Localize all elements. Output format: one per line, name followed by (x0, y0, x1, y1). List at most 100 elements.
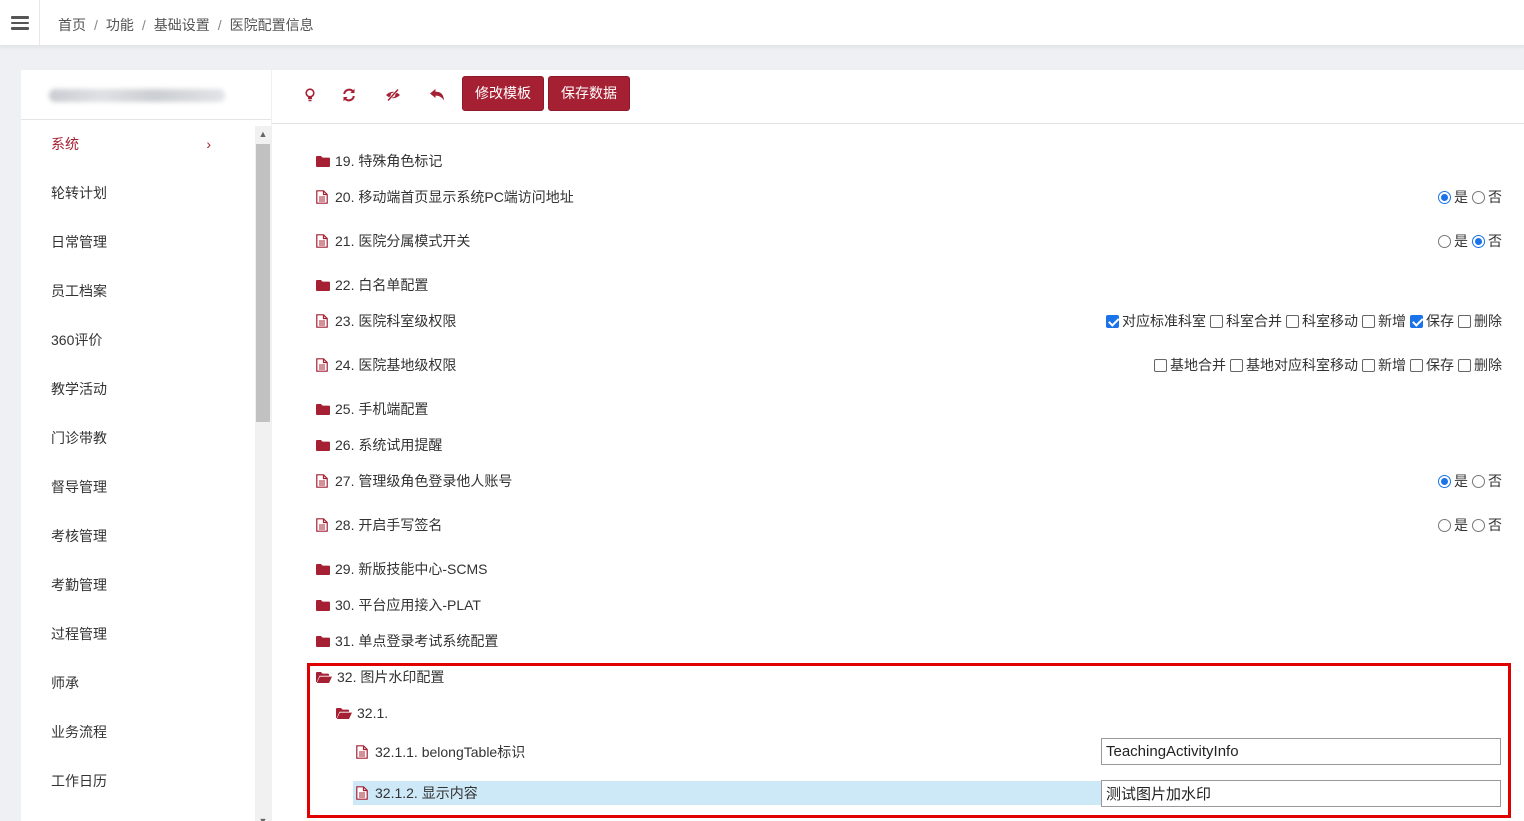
config-item-32-1-1[interactable]: 32.1.1. belongTable标识 (356, 741, 525, 763)
item-21-options: 是 否 (1434, 230, 1502, 252)
breadcrumb-current: 医院配置信息 (229, 17, 314, 33)
item-27-yes-radio[interactable]: 是 (1438, 471, 1468, 491)
eye-slash-icon[interactable] (382, 85, 404, 105)
item-24-base-merge-checkbox[interactable]: 基地合并 (1154, 355, 1226, 375)
checkbox-label: 科室移动 (1302, 313, 1358, 329)
breadcrumb: 首页 / 功能 / 基础设置 / 医院配置信息 (58, 17, 314, 33)
sidebar-scrollbar[interactable]: ▲ ▼ (255, 126, 271, 821)
checkbox-label: 新增 (1378, 357, 1406, 373)
main-panel: 修改模板 保存数据 19. 特殊角色标记 20. 移动端首页显示系统PC端访问地… (272, 70, 1524, 821)
sidebar-item-work-calendar[interactable]: 工作日历 (21, 757, 255, 806)
save-data-button[interactable]: 保存数据 (548, 76, 630, 111)
folder-icon (316, 598, 331, 612)
sidebar-item-outpatient-teaching[interactable]: 门诊带教 (21, 414, 255, 463)
sidebar-item-attendance[interactable]: 考勤管理 (21, 561, 255, 610)
sidebar-item-mentorship[interactable]: 师承 (21, 659, 255, 708)
scrollbar-thumb[interactable] (256, 144, 270, 422)
config-item-24[interactable]: 24. 医院基地级权限 (316, 354, 456, 376)
item-23-standard-dept-checkbox[interactable]: 对应标准科室 (1106, 311, 1206, 331)
sidebar-item-workflow[interactable]: 业务流程 (21, 708, 255, 757)
item-20-no-radio[interactable]: 否 (1472, 187, 1502, 207)
sidebar-item-system[interactable]: 系统 › (21, 120, 255, 169)
item-23-delete-checkbox[interactable]: 删除 (1458, 311, 1502, 331)
config-item-19[interactable]: 19. 特殊角色标记 (316, 150, 442, 172)
sidebar-item-label: 考勤管理 (51, 577, 107, 593)
config-item-26[interactable]: 26. 系统试用提醒 (316, 434, 442, 456)
sidebar-item-360-evaluation[interactable]: 360评价 (21, 316, 255, 365)
checkbox-label: 删除 (1474, 313, 1502, 329)
display-content-input[interactable] (1101, 780, 1501, 807)
checkbox-label: 删除 (1474, 357, 1502, 373)
config-item-25[interactable]: 25. 手机端配置 (316, 398, 428, 420)
radio-label: 否 (1488, 233, 1502, 249)
sidebar-item-label: 360评价 (51, 332, 103, 348)
config-item-31[interactable]: 31. 单点登录考试系统配置 (316, 630, 498, 652)
sidebar-item-staff-records[interactable]: 员工档案 (21, 267, 255, 316)
config-item-30[interactable]: 30. 平台应用接入-PLAT (316, 594, 481, 616)
config-item-23[interactable]: 23. 医院科室级权限 (316, 310, 456, 332)
breadcrumb-basic-settings[interactable]: 基础设置 (154, 17, 210, 33)
sidebar-item-label: 系统 (51, 136, 79, 152)
item-23-dept-merge-checkbox[interactable]: 科室合并 (1210, 311, 1282, 331)
checkbox-label: 基地合并 (1170, 357, 1226, 373)
item-28-no-radio[interactable]: 否 (1472, 515, 1502, 535)
config-item-22[interactable]: 22. 白名单配置 (316, 274, 428, 296)
item-23-dept-move-checkbox[interactable]: 科室移动 (1286, 311, 1358, 331)
sidebar-item-teaching-activity[interactable]: 教学活动 (21, 365, 255, 414)
checkbox-checked-icon (1106, 314, 1119, 328)
item-21-yes-radio[interactable]: 是 (1438, 231, 1468, 251)
document-icon (316, 474, 331, 488)
radio-checked-icon (1438, 474, 1451, 488)
item-23-add-checkbox[interactable]: 新增 (1362, 311, 1406, 331)
config-item-32-1[interactable]: 32.1. (336, 702, 388, 724)
folder-icon (316, 278, 331, 292)
sidebar-item-assessment[interactable]: 考核管理 (21, 512, 255, 561)
config-item-20[interactable]: 20. 移动端首页显示系统PC端访问地址 (316, 186, 574, 208)
sidebar-item-process[interactable]: 过程管理 (21, 610, 255, 659)
item-24-delete-checkbox[interactable]: 删除 (1458, 355, 1502, 375)
radio-label: 否 (1488, 189, 1502, 205)
checkbox-checked-icon (1410, 314, 1423, 328)
item-21-no-radio[interactable]: 否 (1472, 231, 1502, 251)
item-24-add-checkbox[interactable]: 新增 (1362, 355, 1406, 375)
top-bar: 首页 / 功能 / 基础设置 / 医院配置信息 (0, 0, 1524, 46)
sidebar-item-label: 过程管理 (51, 626, 107, 642)
scroll-down-arrow-icon[interactable]: ▼ (255, 813, 271, 821)
item-27-no-radio[interactable]: 否 (1472, 471, 1502, 491)
item-28-yes-radio[interactable]: 是 (1438, 515, 1468, 535)
radio-unchecked-icon (1472, 518, 1485, 532)
item-24-save-checkbox[interactable]: 保存 (1410, 355, 1454, 375)
radio-unchecked-icon (1438, 234, 1451, 248)
item-23-save-checkbox[interactable]: 保存 (1410, 311, 1454, 331)
checkbox-label: 基地对应科室移动 (1246, 357, 1358, 373)
config-item-32[interactable]: 32. 图片水印配置 (316, 666, 444, 688)
sidebar-item-supervision[interactable]: 督导管理 (21, 463, 255, 512)
lightbulb-icon[interactable] (299, 85, 321, 105)
folder-icon (316, 154, 331, 168)
config-item-label: 19. 特殊角色标记 (335, 153, 443, 169)
config-item-28[interactable]: 28. 开启手写签名 (316, 514, 442, 536)
item-20-yes-radio[interactable]: 是 (1438, 187, 1468, 207)
undo-icon[interactable] (426, 85, 448, 105)
item-24-base-dept-move-checkbox[interactable]: 基地对应科室移动 (1230, 355, 1358, 375)
item-27-options: 是 否 (1434, 470, 1502, 492)
breadcrumb-function[interactable]: 功能 (106, 17, 134, 33)
hospital-name-blurred (49, 89, 225, 102)
refresh-icon[interactable] (338, 85, 360, 105)
folder-icon (316, 634, 331, 648)
checkbox-unchecked-icon (1154, 358, 1167, 372)
config-item-21[interactable]: 21. 医院分属模式开关 (316, 230, 470, 252)
config-item-29[interactable]: 29. 新版技能中心-SCMS (316, 558, 487, 580)
modify-template-button[interactable]: 修改模板 (462, 76, 544, 111)
sidebar-item-rotation-plan[interactable]: 轮转计划 (21, 169, 255, 218)
sidebar-header (21, 70, 271, 120)
scroll-up-arrow-icon[interactable]: ▲ (255, 126, 271, 142)
breadcrumb-home[interactable]: 首页 (58, 17, 86, 33)
config-item-label: 25. 手机端配置 (335, 401, 429, 417)
menu-toggle-button[interactable] (0, 0, 40, 46)
config-item-32-1-2[interactable]: 32.1.2. 显示内容 (356, 782, 478, 804)
belong-table-input[interactable] (1101, 738, 1501, 765)
config-item-27[interactable]: 27. 管理级角色登录他人账号 (316, 470, 512, 492)
chevron-right-icon: › (206, 136, 211, 152)
sidebar-item-daily-management[interactable]: 日常管理 (21, 218, 255, 267)
